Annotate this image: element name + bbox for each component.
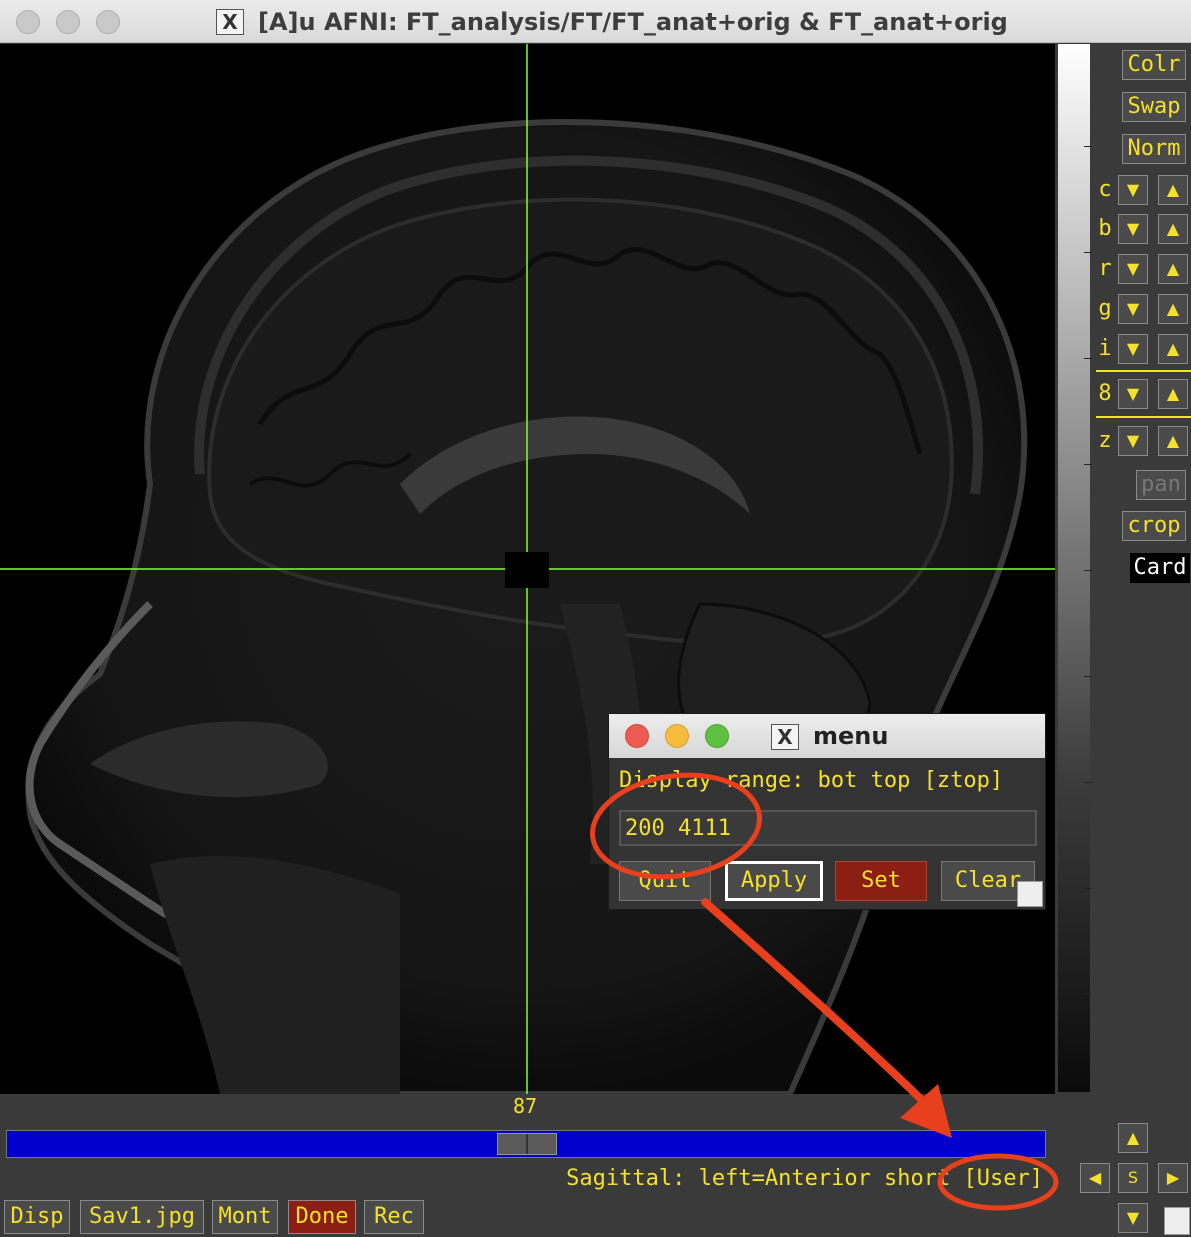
down-arrow-icon[interactable]: ▼ bbox=[1118, 334, 1148, 364]
norm-button[interactable]: Norm bbox=[1122, 134, 1186, 164]
image-viewer[interactable] bbox=[0, 44, 1055, 1094]
apply-button[interactable]: Apply bbox=[725, 861, 823, 901]
slice-slider-thumb[interactable] bbox=[497, 1133, 557, 1155]
up-arrow-icon[interactable]: ▲ bbox=[1158, 254, 1188, 284]
dialog-minimize-button[interactable] bbox=[665, 724, 689, 748]
left-arrow-icon[interactable]: ◀ bbox=[1080, 1163, 1110, 1193]
image-fraction-label: i bbox=[1098, 336, 1112, 361]
slice-slider[interactable] bbox=[6, 1130, 1046, 1158]
slice-number: 87 bbox=[512, 1094, 538, 1118]
set-button[interactable]: Set bbox=[835, 861, 927, 901]
contrast-label: c bbox=[1098, 177, 1112, 202]
up-arrow-icon[interactable]: ▲ bbox=[1158, 214, 1188, 244]
down-arrow-icon[interactable]: ▼ bbox=[1118, 426, 1148, 456]
x11-icon: X bbox=[216, 9, 244, 35]
crop-button[interactable]: crop bbox=[1122, 511, 1186, 541]
dialog-titlebar: X menu bbox=[609, 714, 1045, 758]
pan-button[interactable]: pan bbox=[1136, 470, 1186, 500]
dialog-zoom-button[interactable] bbox=[705, 724, 729, 748]
rec-button[interactable]: Rec bbox=[364, 1200, 424, 1234]
up-arrow-icon[interactable]: ▲ bbox=[1158, 294, 1188, 324]
close-window-button[interactable] bbox=[16, 10, 40, 34]
up-arrow-icon[interactable]: ▲ bbox=[1158, 175, 1188, 205]
intensity-colorbar[interactable] bbox=[1058, 44, 1090, 1092]
display-range-label: Display range: bot top [ztop] bbox=[619, 768, 1004, 793]
down-arrow-icon[interactable]: ▼ bbox=[1118, 294, 1148, 324]
x11-icon: X bbox=[771, 724, 799, 750]
colr-button[interactable]: Colr bbox=[1122, 50, 1186, 80]
up-arrow-icon[interactable]: ▲ bbox=[1158, 426, 1188, 456]
orientation-status: Sagittal: left=Anterior short [User] bbox=[566, 1166, 1043, 1191]
disp-button[interactable]: Disp bbox=[4, 1200, 70, 1234]
down-arrow-icon[interactable]: ▼ bbox=[1118, 254, 1148, 284]
right-arrow-icon[interactable]: ▶ bbox=[1158, 1163, 1188, 1193]
resize-grip-icon[interactable] bbox=[1017, 881, 1043, 907]
zoom-window-button[interactable] bbox=[96, 10, 120, 34]
down-arrow-icon[interactable]: ▼ bbox=[1118, 379, 1148, 409]
brightness-label: b bbox=[1098, 216, 1112, 241]
gamma-label: g bbox=[1098, 296, 1112, 321]
card-button[interactable]: Card bbox=[1130, 553, 1190, 583]
down-arrow-icon[interactable]: ▼ bbox=[1118, 1203, 1148, 1233]
down-arrow-icon[interactable]: ▼ bbox=[1118, 214, 1148, 244]
up-arrow-icon[interactable]: ▲ bbox=[1118, 1123, 1148, 1153]
dialog-title: menu bbox=[813, 722, 889, 750]
quit-button[interactable]: Quit bbox=[619, 861, 711, 901]
down-arrow-icon[interactable]: ▼ bbox=[1118, 175, 1148, 205]
window-titlebar: X [A]u AFNI: FT_analysis/FT/FT_anat+orig… bbox=[0, 0, 1191, 43]
save-button[interactable]: Sav1.jpg bbox=[80, 1200, 204, 1234]
window-title: [A]u AFNI: FT_analysis/FT/FT_anat+orig &… bbox=[258, 8, 1008, 36]
done-button[interactable]: Done bbox=[288, 1200, 356, 1234]
up-arrow-icon[interactable]: ▲ bbox=[1158, 379, 1188, 409]
up-arrow-icon[interactable]: ▲ bbox=[1158, 334, 1188, 364]
resize-grip-icon[interactable] bbox=[1164, 1207, 1190, 1235]
swap-button[interactable]: Swap bbox=[1122, 92, 1186, 122]
display-range-dialog: X menu Display range: bot top [ztop] Qui… bbox=[608, 713, 1046, 910]
mont-button[interactable]: Mont bbox=[212, 1200, 278, 1234]
bits-label: 8 bbox=[1098, 381, 1112, 406]
s-button[interactable]: S bbox=[1118, 1163, 1148, 1193]
display-range-input[interactable] bbox=[619, 810, 1037, 846]
sagittal-brain-image bbox=[0, 44, 1055, 1094]
dialog-close-button[interactable] bbox=[625, 724, 649, 748]
minimize-window-button[interactable] bbox=[56, 10, 80, 34]
rotate-label: r bbox=[1098, 256, 1112, 281]
zoom-label: z bbox=[1098, 428, 1112, 453]
